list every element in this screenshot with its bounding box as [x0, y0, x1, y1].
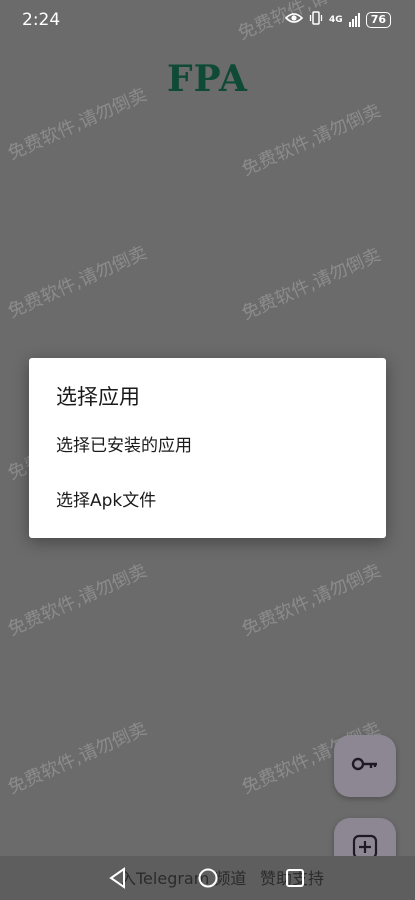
watermark: 免费软件,请勿倒卖	[238, 560, 385, 641]
signal-icon	[348, 12, 360, 27]
select-app-dialog: 选择应用 选择已安装的应用 选择Apk文件	[29, 358, 386, 538]
key-button[interactable]	[334, 735, 396, 797]
bottom-bar: 入Telegram 频道 赞助支持	[0, 856, 415, 900]
select-installed-app-option[interactable]: 选择已安装的应用	[29, 421, 386, 471]
network-type-label: 4G	[329, 14, 343, 25]
dialog-title: 选择应用	[56, 385, 140, 409]
home-button[interactable]	[196, 866, 220, 890]
telegram-channel-link[interactable]: 入Telegram 频道	[120, 865, 246, 889]
status-time: 2:24	[22, 10, 61, 30]
eye-icon	[284, 12, 304, 27]
recent-apps-button[interactable]	[283, 866, 307, 890]
watermark: 免费软件,请勿倒卖	[4, 718, 151, 799]
status-icons: 4G 76	[284, 11, 391, 28]
key-icon	[351, 756, 379, 776]
watermark: 免费软件,请勿倒卖	[4, 242, 151, 323]
status-bar: 2:24 4G 76	[0, 0, 415, 40]
watermark: 免费软件,请勿倒卖	[238, 100, 385, 181]
battery-indicator: 76	[365, 11, 391, 28]
back-button[interactable]	[106, 866, 130, 890]
watermark: 免费软件,请勿倒卖	[4, 560, 151, 641]
app-title: FPA	[167, 58, 248, 100]
vibrate-icon	[309, 11, 323, 28]
select-apk-file-option[interactable]: 选择Apk文件	[29, 476, 386, 526]
watermark: 免费软件,请勿倒卖	[238, 244, 385, 325]
